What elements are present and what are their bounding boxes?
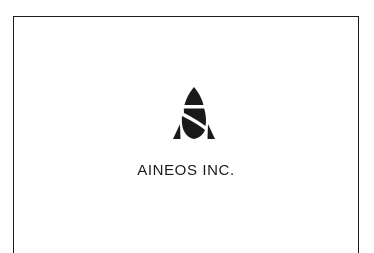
brand-name: AINEOS INC. xyxy=(137,162,235,179)
splash-window: AINEOS INC. xyxy=(13,16,359,253)
rocket-logo-icon xyxy=(173,87,215,139)
